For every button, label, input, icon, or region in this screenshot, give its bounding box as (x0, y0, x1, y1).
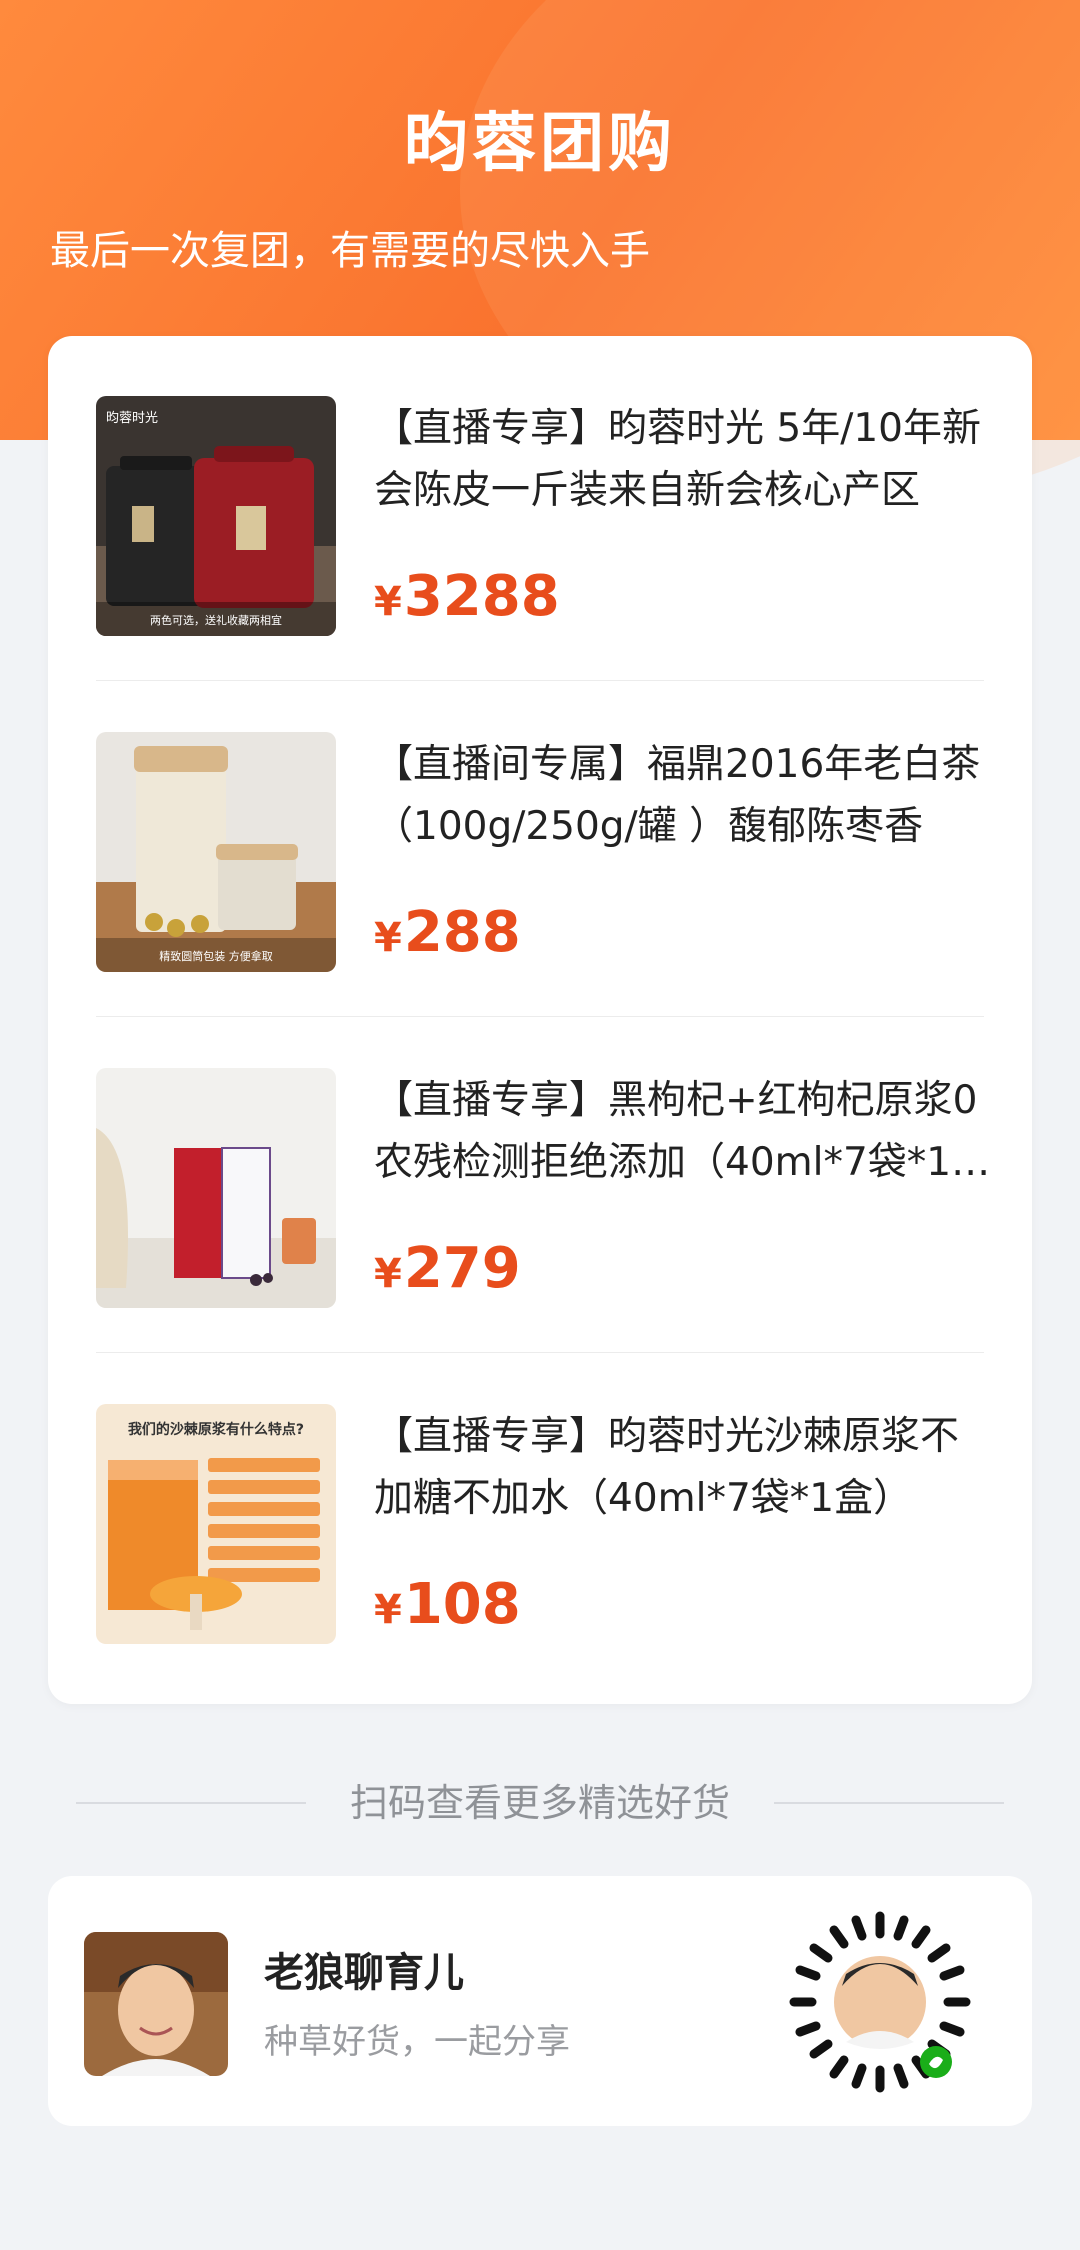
scan-prompt-row: 扫码查看更多精选好货 (76, 1772, 1004, 1832)
product-item[interactable]: 精致圆筒包装 方便拿取 【直播间专属】福鼎2016年老白茶（100g/250g/… (96, 732, 984, 1070)
product-image[interactable]: 精致圆筒包装 方便拿取 (96, 732, 336, 972)
profile-description: 种草好货，一起分享 (264, 2022, 570, 2062)
divider (96, 1352, 984, 1353)
avatar[interactable] (84, 1932, 228, 2076)
page-title: 昀蓉团购 (404, 107, 676, 181)
product-image-caption: 我们的沙棘原浆有什么特点? (128, 1421, 304, 1438)
product-price: ¥288 (374, 900, 521, 965)
divider (96, 680, 984, 681)
page-subtitle: 最后一次复团，有需要的尽快入手 (50, 228, 650, 274)
product-name[interactable]: 【直播间专属】福鼎2016年老白茶（100g/250g/罐 ）馥郁陈枣香 (374, 734, 994, 858)
product-price: ¥3288 (374, 564, 560, 629)
product-image[interactable] (96, 1068, 336, 1308)
product-list-card: 两色可选，送礼收藏两相宜 昀蓉时光 【直播专享】昀蓉时光 5年/10年新会陈皮一… (48, 336, 1032, 1704)
divider (96, 1016, 984, 1017)
product-item[interactable]: 我们的沙棘原浆有什么特点? 【直播专享】昀蓉时光沙棘原浆不加糖不加水（40ml*… (96, 1404, 984, 1742)
product-name[interactable]: 【直播专享】昀蓉时光 5年/10年新会陈皮一斤装来自新会核心产区 (374, 398, 994, 522)
brand-logo: 昀蓉时光 (106, 411, 158, 426)
divider-line-right (774, 1802, 1004, 1804)
product-image[interactable]: 我们的沙棘原浆有什么特点? (96, 1404, 336, 1644)
product-item[interactable]: 【直播专享】黑枸杞+红枸杞原浆0农残检测拒绝添加（40ml*7袋*1盒） ¥27… (96, 1068, 984, 1406)
product-name[interactable]: 【直播专享】黑枸杞+红枸杞原浆0农残检测拒绝添加（40ml*7袋*1盒） (374, 1070, 994, 1194)
scan-prompt: 扫码查看更多精选好货 (349, 1781, 730, 1825)
product-item[interactable]: 两色可选，送礼收藏两相宜 昀蓉时光 【直播专享】昀蓉时光 5年/10年新会陈皮一… (96, 396, 984, 734)
product-image[interactable]: 两色可选，送礼收藏两相宜 昀蓉时光 (96, 396, 336, 636)
product-price: ¥279 (374, 1236, 521, 1301)
profile-card[interactable]: 老狼聊育儿 种草好货，一起分享 (48, 1876, 1032, 2126)
product-image-caption: 精致圆筒包装 方便拿取 (159, 949, 273, 963)
mini-program-qr-code[interactable] (786, 1908, 974, 2096)
product-name[interactable]: 【直播专享】昀蓉时光沙棘原浆不加糖不加水（40ml*7袋*1盒） (374, 1406, 994, 1530)
profile-name[interactable]: 老狼聊育儿 (264, 1940, 464, 1998)
product-image-caption: 两色可选，送礼收藏两相宜 (150, 613, 282, 627)
product-price: ¥108 (374, 1572, 521, 1637)
